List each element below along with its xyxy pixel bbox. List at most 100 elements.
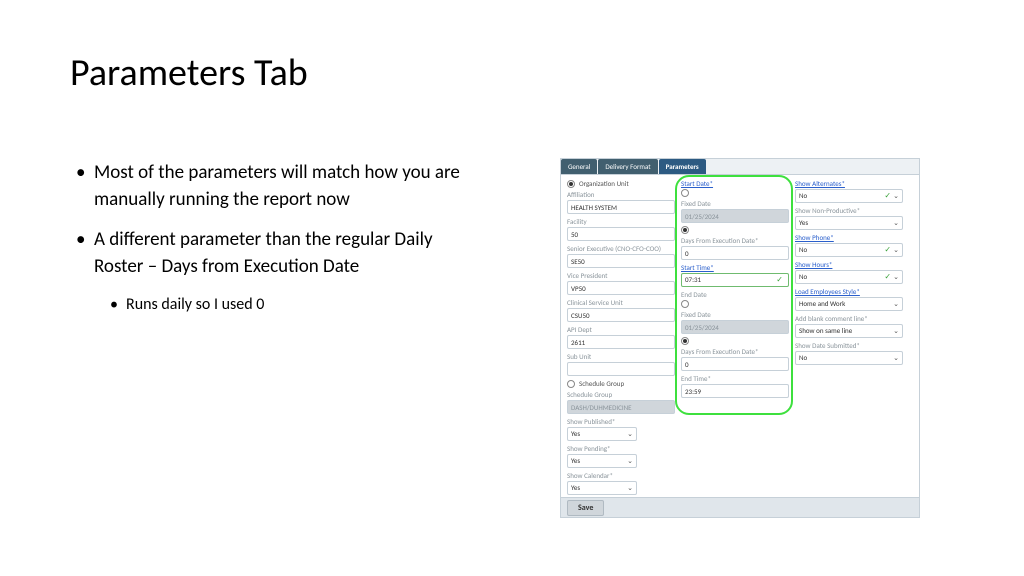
show-alternates-value: No bbox=[799, 191, 807, 201]
fixed-date-label: Fixed Date bbox=[681, 199, 789, 208]
radio-off-icon bbox=[567, 380, 575, 388]
save-bar: Save bbox=[561, 497, 919, 517]
tab-delivery-format[interactable]: Delivery Format bbox=[598, 159, 657, 174]
vp-label: Vice President bbox=[567, 271, 675, 280]
affiliation-label: Affiliation bbox=[567, 190, 675, 199]
show-phone-label[interactable]: Show Phone* bbox=[795, 233, 903, 242]
show-phone-value: No bbox=[799, 245, 807, 255]
chevron-down-icon: ⌄ bbox=[627, 456, 633, 466]
radio-on-icon[interactable] bbox=[681, 226, 689, 234]
sub-unit-input[interactable] bbox=[567, 362, 675, 376]
bullet-list: Most of the parameters will match how yo… bbox=[70, 160, 470, 317]
bullet-2: A different parameter than the regular D… bbox=[70, 227, 470, 280]
sched-group-radio-row[interactable]: Schedule Group bbox=[567, 379, 675, 388]
start-time-label[interactable]: Start Time* bbox=[681, 263, 789, 272]
end-time-input[interactable]: 23:59 bbox=[681, 384, 789, 398]
radio-on-icon[interactable] bbox=[681, 337, 689, 345]
check-icon: ✓ bbox=[884, 191, 891, 201]
panel-body: Organization Unit Affiliation HEALTH SYS… bbox=[561, 174, 919, 504]
add-blank-label: Add blank comment line* bbox=[795, 314, 903, 323]
save-button[interactable]: Save bbox=[567, 500, 604, 516]
end-date-label: End Date bbox=[681, 290, 789, 299]
days-from-exec2-label: Days From Execution Date* bbox=[681, 347, 789, 356]
show-pending-label: Show Pending* bbox=[567, 444, 675, 453]
sched-group-input: DASH/DUHMEDICINE bbox=[567, 400, 675, 414]
csu-input[interactable]: CSU50 bbox=[567, 308, 675, 322]
chevron-down-icon: ⌄ bbox=[893, 272, 899, 281]
column-dates: Start Date* Fixed Date 01/25/2024 Days F… bbox=[681, 179, 789, 496]
days-from-exec2-input[interactable]: 0 bbox=[681, 357, 789, 371]
fixed-date-input: 01/25/2024 bbox=[681, 209, 789, 223]
facility-input[interactable]: 50 bbox=[567, 227, 675, 241]
csu-label: Clinical Service Unit bbox=[567, 298, 675, 307]
show-hours-select[interactable]: No ✓⌄ bbox=[795, 270, 903, 284]
chevron-down-icon: ⌄ bbox=[627, 429, 633, 439]
sched-group-label: Schedule Group bbox=[567, 390, 675, 399]
chevron-down-icon: ⌄ bbox=[893, 245, 899, 254]
chevron-down-icon: ⌄ bbox=[893, 218, 899, 228]
org-unit-label: Organization Unit bbox=[579, 179, 629, 188]
org-unit-radio-row[interactable]: Organization Unit bbox=[567, 179, 675, 188]
fixed-date2-label: Fixed Date bbox=[681, 310, 789, 319]
senior-exec-input[interactable]: SE50 bbox=[567, 254, 675, 268]
load-emp-value: Home and Work bbox=[799, 299, 845, 309]
check-icon: ✓ bbox=[884, 272, 891, 282]
show-phone-select[interactable]: No ✓⌄ bbox=[795, 243, 903, 257]
show-alternates-select[interactable]: No ✓⌄ bbox=[795, 189, 903, 203]
check-icon: ✓ bbox=[776, 275, 783, 285]
tab-general[interactable]: General bbox=[561, 159, 597, 174]
load-emp-label[interactable]: Load Employees Style* bbox=[795, 287, 903, 296]
bullet-2a: Runs daily so I used 0 bbox=[70, 294, 470, 316]
show-nonprod-value: Yes bbox=[799, 218, 808, 228]
tab-bar: General Delivery Format Parameters bbox=[561, 159, 919, 174]
radio-off-icon[interactable] bbox=[681, 300, 689, 308]
show-pending-select[interactable]: Yes ⌄ bbox=[567, 454, 637, 468]
check-icon: ✓ bbox=[884, 245, 891, 255]
show-pending-value: Yes bbox=[571, 456, 580, 466]
days-from-exec-label: Days From Execution Date* bbox=[681, 236, 789, 245]
show-date-sub-value: No bbox=[799, 353, 807, 363]
chevron-down-icon: ⌄ bbox=[893, 299, 899, 309]
senior-exec-label: Senior Executive (CNO-CFO-COO) bbox=[567, 244, 675, 253]
chevron-down-icon: ⌄ bbox=[893, 353, 899, 363]
slide-title: Parameters Tab bbox=[70, 50, 308, 96]
end-time-label: End Time* bbox=[681, 374, 789, 383]
column-show-options: Show Alternates* No ✓⌄ Show Non-Producti… bbox=[795, 179, 903, 496]
show-published-label: Show Published* bbox=[567, 417, 675, 426]
days-from-exec-input[interactable]: 0 bbox=[681, 246, 789, 260]
show-nonprod-select[interactable]: Yes ⌄ bbox=[795, 216, 903, 230]
api-dept-input[interactable]: 2611 bbox=[567, 335, 675, 349]
start-date-label[interactable]: Start Date* bbox=[681, 179, 789, 188]
chevron-down-icon: ⌄ bbox=[893, 191, 899, 200]
api-dept-label: API Dept bbox=[567, 325, 675, 334]
sub-unit-label: Sub Unit bbox=[567, 352, 675, 361]
fixed-date2-input: 01/25/2024 bbox=[681, 320, 789, 334]
start-time-input[interactable]: 07:31 ✓ bbox=[681, 273, 789, 287]
show-calendar-select[interactable]: Yes ⌄ bbox=[567, 481, 637, 495]
radio-off-icon[interactable] bbox=[681, 189, 689, 197]
show-date-sub-label: Show Date Submitted* bbox=[795, 341, 903, 350]
sched-group-radio-label: Schedule Group bbox=[579, 379, 624, 388]
vp-input[interactable]: VP50 bbox=[567, 281, 675, 295]
bullet-1: Most of the parameters will match how yo… bbox=[70, 160, 470, 213]
show-hours-label[interactable]: Show Hours* bbox=[795, 260, 903, 269]
show-nonprod-label: Show Non-Productive* bbox=[795, 206, 903, 215]
facility-label: Facility bbox=[567, 217, 675, 226]
show-published-select[interactable]: Yes ⌄ bbox=[567, 427, 637, 441]
chevron-down-icon: ⌄ bbox=[627, 483, 633, 493]
show-alternates-label[interactable]: Show Alternates* bbox=[795, 179, 903, 188]
start-time-value: 07:31 bbox=[685, 275, 701, 285]
radio-on-icon bbox=[567, 180, 575, 188]
show-calendar-label: Show Calendar* bbox=[567, 471, 675, 480]
add-blank-select[interactable]: Show on same line ⌄ bbox=[795, 324, 903, 338]
load-emp-select[interactable]: Home and Work ⌄ bbox=[795, 297, 903, 311]
add-blank-value: Show on same line bbox=[799, 326, 852, 336]
parameters-panel: General Delivery Format Parameters Organ… bbox=[560, 158, 920, 518]
show-calendar-value: Yes bbox=[571, 483, 580, 493]
show-published-value: Yes bbox=[571, 429, 580, 439]
column-organization: Organization Unit Affiliation HEALTH SYS… bbox=[567, 179, 675, 496]
show-date-sub-select[interactable]: No ⌄ bbox=[795, 351, 903, 365]
tab-parameters[interactable]: Parameters bbox=[659, 159, 706, 174]
affiliation-input[interactable]: HEALTH SYSTEM bbox=[567, 200, 675, 214]
show-hours-value: No bbox=[799, 272, 807, 282]
